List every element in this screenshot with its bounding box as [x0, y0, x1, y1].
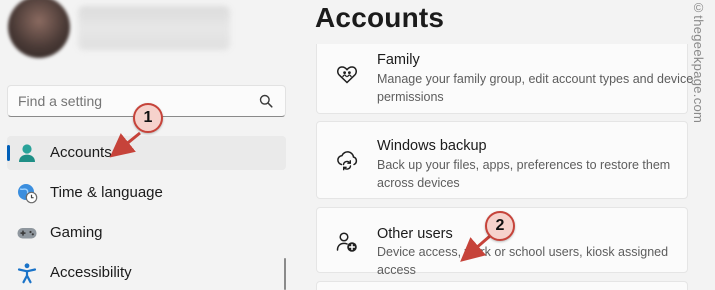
sidebar-item-label: Time & language [50, 184, 163, 201]
user-profile[interactable] [0, 0, 296, 70]
card-title: Windows backup [377, 138, 487, 154]
page-title: Accounts [315, 2, 445, 33]
profile-name-redacted [78, 6, 230, 50]
sidebar-item-label: Accessibility [50, 264, 132, 281]
search-input[interactable] [18, 86, 248, 116]
gamepad-icon [17, 228, 37, 239]
windows-backup-icon [337, 151, 358, 171]
family-heart-icon [337, 66, 357, 84]
accessibility-icon [17, 263, 37, 284]
next-card-partial[interactable] [316, 281, 688, 290]
accounts-icon [19, 144, 35, 162]
sidebar-item-gaming[interactable]: Gaming [7, 216, 286, 250]
selection-indicator [7, 145, 10, 161]
sidebar-scrollbar[interactable] [284, 258, 286, 290]
card-description: Manage your family group, edit account t… [377, 72, 694, 104]
sidebar-item-accounts[interactable]: Accounts [7, 136, 286, 170]
step-2-badge: 2 [485, 211, 515, 241]
card-description: Device access, work or school users, kio… [377, 245, 669, 277]
card-description: Back up your files, apps, preferences to… [377, 158, 671, 190]
windows-backup-card[interactable]: Windows backup Back up your files, apps,… [316, 121, 688, 199]
card-title: Family [377, 52, 420, 68]
sidebar-item-accessibility[interactable]: Accessibility [7, 256, 286, 290]
add-user-icon [336, 232, 357, 252]
avatar [8, 0, 70, 58]
sidebar: Accounts Time & language Gaming Accessib… [0, 0, 296, 290]
family-card[interactable]: Family Manage your family group, edit ac… [316, 44, 693, 114]
sidebar-item-time-language[interactable]: Time & language [7, 176, 286, 210]
step-1-badge: 1 [133, 103, 163, 133]
card-title: Other users [377, 226, 453, 242]
search-icon[interactable] [259, 94, 273, 108]
watermark: ©thegeekpage.com [691, 0, 706, 124]
sidebar-item-label: Gaming [50, 224, 103, 241]
globe-clock-icon [18, 184, 38, 204]
sidebar-item-label: Accounts [50, 144, 112, 161]
